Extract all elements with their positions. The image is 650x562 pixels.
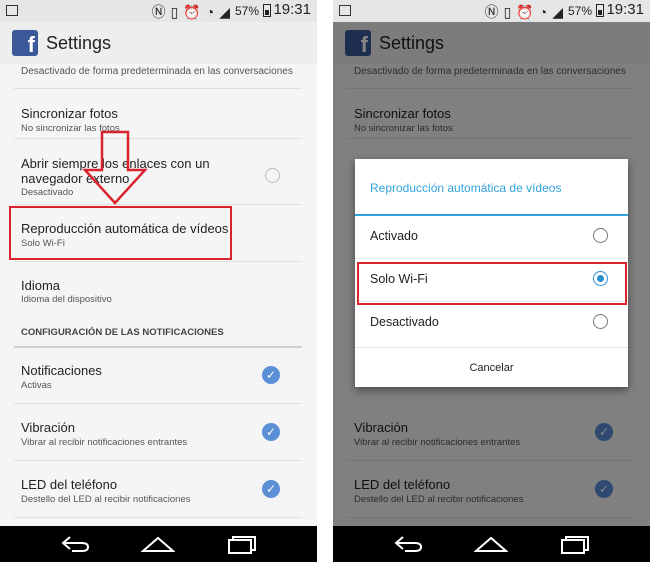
battery-icon [263,4,271,17]
setting-subtitle: Activas [21,380,52,391]
setting-title: Idioma [21,278,61,293]
setting-subtitle: Destello del LED al recibir notificacion… [21,494,191,505]
setting-title: Sincronizar fotos [21,106,118,121]
nav-bar [333,526,650,562]
clock: 19:31 [606,1,644,18]
phone-screen-dialog: Ⓝ▯⏰◔◢ 57% 19:31 f Settings Desactivado d… [333,0,650,562]
recents-icon[interactable] [212,526,272,562]
app-bar: f Settings [0,22,317,65]
annotation-arrow-down-icon [82,130,148,205]
clock: 19:31 [273,1,311,18]
home-icon[interactable] [128,526,188,562]
setting-vibration[interactable]: Vibración Vibrar al recibir notificacion… [14,404,302,461]
dialog-title: Reproducción automática de vídeos [370,181,562,195]
radio-unselected-icon[interactable] [593,228,608,243]
recents-icon[interactable] [545,526,605,562]
checkbox-checked-icon[interactable]: ✓ [262,423,280,441]
setting-title: Notificaciones [21,363,102,378]
checkbox-checked-icon[interactable]: ✓ [262,480,280,498]
annotation-highlight-box [9,206,232,260]
settings-list: Desactivado de forma predeterminada en l… [0,64,317,526]
setting-title: LED del teléfono [21,477,118,492]
option-activado[interactable]: Activado [355,216,628,259]
radio-unselected-icon[interactable] [593,314,608,329]
battery-icon [596,4,604,17]
phone-screen-settings: Ⓝ▯⏰◔◢ 57% 19:31 f Settings Desactivado d… [0,0,317,562]
setting-notifications[interactable]: Notificaciones Activas ✓ [14,348,302,404]
checkbox-checked-icon[interactable]: ✓ [262,366,280,384]
home-icon[interactable] [461,526,521,562]
status-bar: Ⓝ▯⏰◔◢ 57% 19:31 [0,0,317,22]
setting-language[interactable]: Idioma Idioma del dispositivo [14,262,302,312]
setting-sync-photos[interactable]: Sincronizar fotos No sincronizar las fot… [14,89,302,139]
setting-subtitle: Idioma del dispositivo [21,294,112,305]
back-icon[interactable] [378,526,438,562]
previous-item-subtitle: Desactivado de forma predeterminada en l… [21,66,293,77]
page-title: Settings [46,33,112,53]
gallery-icon [6,5,18,16]
option-label: Desactivado [370,315,439,329]
setting-subtitle: Vibrar al recibir notificaciones entrant… [21,437,188,448]
battery-percent: 57% [567,4,592,18]
status-icons: Ⓝ▯⏰◔◢ [151,4,235,20]
facebook-logo-icon[interactable]: f [12,30,38,56]
section-header-notifications: CONFIGURACIÓN DE LAS NOTIFICACIONES [21,327,224,338]
annotation-highlight-box [357,262,627,305]
setting-title: Vibración [21,420,75,435]
nav-bar [0,526,317,562]
setting-led[interactable]: LED del teléfono Destello del LED al rec… [14,461,302,518]
status-icons: Ⓝ▯⏰◔◢ [484,4,568,20]
setting-subtitle: Desactivado [21,187,74,198]
gallery-icon [339,5,351,16]
battery-percent: 57% [234,4,259,18]
status-bar: Ⓝ▯⏰◔◢ 57% 19:31 [333,0,650,22]
cancel-button[interactable]: Cancelar [355,347,628,388]
setting-external-browser[interactable]: Abrir siempre los enlaces con un navegad… [14,139,302,205]
checkbox-unchecked[interactable] [265,168,280,183]
back-icon[interactable] [45,526,105,562]
option-label: Activado [370,229,418,243]
option-desactivado[interactable]: Desactivado [355,302,628,344]
